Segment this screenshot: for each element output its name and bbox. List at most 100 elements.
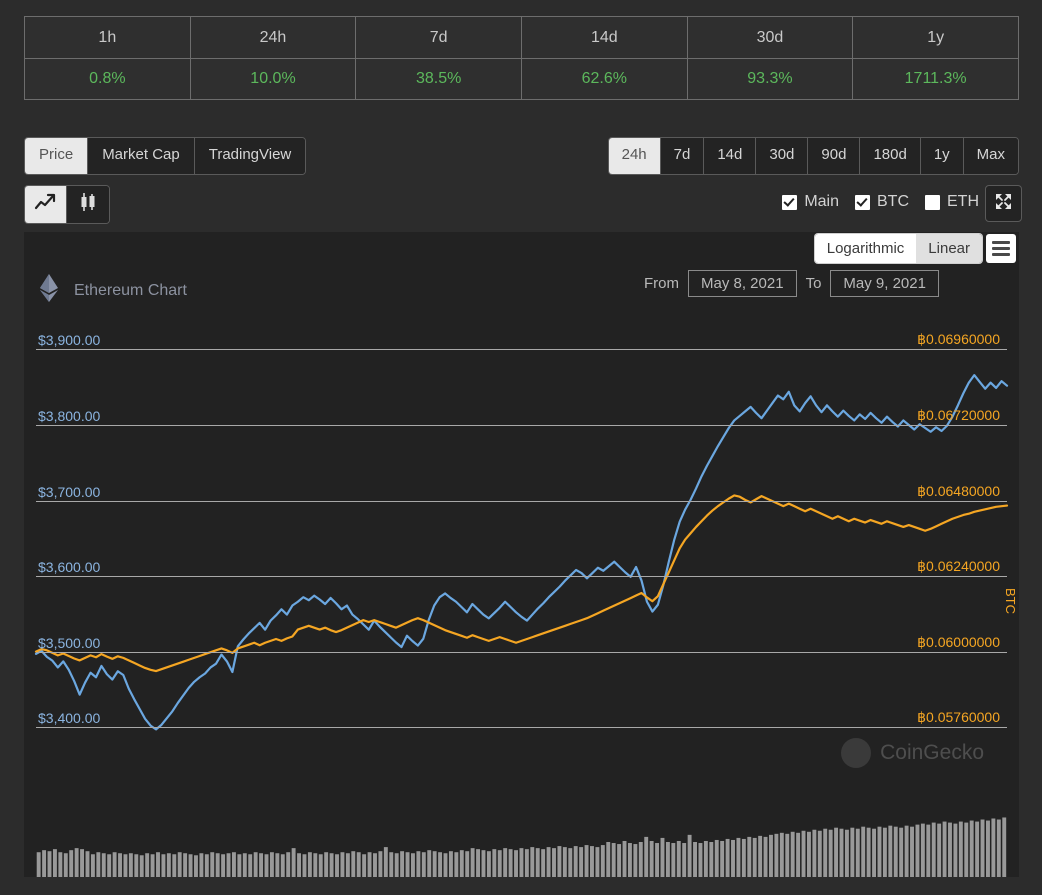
volume-bar	[129, 853, 133, 877]
period-change-30d: 93.3%	[687, 59, 853, 100]
volume-bar	[482, 850, 486, 877]
volume-bar	[460, 850, 464, 877]
checkbox-eth[interactable]	[925, 195, 940, 210]
volume-bar	[308, 852, 312, 877]
volume-bar	[563, 847, 567, 877]
volume-bar	[888, 826, 892, 877]
volume-bar	[915, 825, 919, 877]
checkbox-btc[interactable]	[855, 195, 870, 210]
volume-bar	[720, 841, 724, 877]
volume-bar	[297, 853, 301, 877]
volume-bar	[216, 853, 220, 877]
volume-bar	[704, 841, 708, 877]
range-90d[interactable]: 90d	[808, 138, 860, 174]
btc-tick-label: ฿0.06000000	[917, 634, 1000, 652]
volume-bar	[519, 848, 523, 877]
volume-bar	[568, 848, 572, 877]
chart-type-toggle[interactable]	[24, 185, 110, 224]
plot-area[interactable]: $3,400.00$3,500.00$3,600.00$3,700.00$3,8…	[24, 318, 1019, 877]
volume-bar	[774, 834, 778, 877]
price-tick-label: $3,700.00	[38, 484, 100, 501]
volume-bar	[910, 827, 914, 877]
volume-bar	[259, 853, 263, 877]
tab-price[interactable]: Price	[25, 138, 88, 174]
series-toggle-eth[interactable]: ETH	[925, 193, 979, 211]
tab-tradingview[interactable]: TradingView	[195, 138, 306, 174]
volume-bar	[943, 822, 947, 877]
volume-bar	[829, 830, 833, 877]
axis-scale-toggle[interactable]: LogarithmicLinear	[815, 234, 982, 263]
volume-bar	[199, 853, 203, 877]
volume-bar	[655, 843, 659, 877]
volume-bar	[612, 843, 616, 877]
volume-bar	[303, 854, 307, 877]
chart-menu-button[interactable]	[986, 234, 1016, 263]
volume-bar	[802, 831, 806, 877]
range-24h[interactable]: 24h	[609, 138, 661, 174]
date-range-controls[interactable]: From May 8, 2021 To May 9, 2021	[644, 270, 939, 297]
range-14d[interactable]: 14d	[704, 138, 756, 174]
volume-bar	[937, 824, 941, 877]
series-visibility-toggles[interactable]: Main BTC ETH	[782, 193, 979, 211]
fullscreen-button[interactable]	[985, 185, 1022, 222]
volume-bar	[427, 850, 431, 877]
range-7d[interactable]: 7d	[661, 138, 705, 174]
volume-bar	[932, 823, 936, 877]
volume-bar	[75, 848, 79, 877]
volume-bar	[764, 837, 768, 877]
time-range-tabs[interactable]: 24h7d14d30d90d180d1yMax	[608, 137, 1019, 175]
period-header-30d: 30d	[687, 17, 853, 59]
volume-bar	[595, 847, 599, 877]
period-header-1y: 1y	[853, 17, 1019, 59]
from-date-input[interactable]: May 8, 2021	[688, 270, 797, 297]
gridline	[36, 652, 1007, 653]
volume-bar	[780, 833, 784, 877]
range-180d[interactable]: 180d	[860, 138, 920, 174]
volume-bar	[102, 853, 106, 877]
series-toggle-btc[interactable]: BTC	[855, 193, 909, 211]
volume-bar	[313, 853, 317, 877]
volume-bar	[758, 836, 762, 877]
volume-bar	[194, 855, 198, 877]
btc-tick-label: ฿0.05760000	[917, 709, 1000, 727]
range-max[interactable]: Max	[964, 138, 1018, 174]
scale-option-logarithmic[interactable]: Logarithmic	[815, 234, 917, 263]
series-toggle-main[interactable]: Main	[782, 193, 839, 211]
volume-bar	[205, 854, 209, 877]
scale-option-linear[interactable]: Linear	[916, 234, 982, 263]
hamburger-menu-icon	[992, 241, 1010, 244]
range-1y[interactable]: 1y	[921, 138, 964, 174]
volume-bar	[357, 852, 361, 877]
to-date-input[interactable]: May 9, 2021	[830, 270, 939, 297]
volume-bar	[525, 849, 529, 877]
volume-bar	[96, 852, 100, 877]
volume-bar	[769, 835, 773, 877]
line-chart-button[interactable]	[25, 186, 67, 223]
chart-view-tabs[interactable]: PriceMarket CapTradingView	[24, 137, 306, 175]
tab-market-cap[interactable]: Market Cap	[88, 138, 195, 174]
volume-bar	[590, 846, 594, 877]
volume-bar	[693, 842, 697, 877]
series-label-main: Main	[804, 193, 839, 211]
volume-bar	[395, 853, 399, 877]
volume-bar	[975, 822, 979, 877]
btc-tick-label: ฿0.06960000	[917, 331, 1000, 349]
table-row-changes: 0.8%10.0%38.5%62.6%93.3%1711.3%	[25, 59, 1019, 100]
volume-bar	[861, 827, 865, 877]
volume-bar	[145, 853, 149, 877]
volume-bar	[731, 840, 735, 877]
range-30d[interactable]: 30d	[756, 138, 808, 174]
price-change-table: 1h24h7d14d30d1y 0.8%10.0%38.5%62.6%93.3%…	[24, 16, 1019, 100]
volume-bar	[639, 842, 643, 877]
volume-bar	[791, 832, 795, 877]
volume-bar	[232, 852, 236, 877]
volume-bar	[623, 841, 627, 877]
gridline	[36, 425, 1007, 426]
volume-bar	[134, 854, 138, 877]
volume-bar	[362, 854, 366, 877]
checkbox-main[interactable]	[782, 195, 797, 210]
period-change-1h: 0.8%	[25, 59, 191, 100]
volume-bar	[812, 830, 816, 877]
volume-bar	[471, 848, 475, 877]
candlestick-chart-button[interactable]	[67, 186, 109, 223]
